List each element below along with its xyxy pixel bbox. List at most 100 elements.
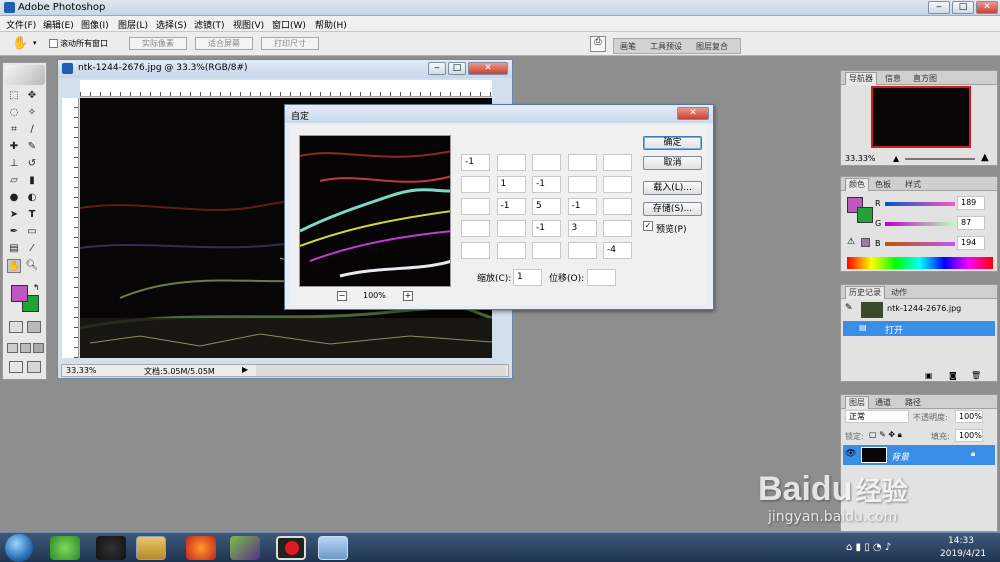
swap-colors-icon[interactable]: ↰ xyxy=(33,283,40,292)
menu-filter[interactable]: 滤镜(T) xyxy=(194,18,225,31)
standard-mode-icon[interactable] xyxy=(9,321,23,333)
g-value[interactable]: 87 xyxy=(957,216,985,230)
layer-row-background[interactable]: 👁︎ 背景 🔒︎ xyxy=(843,445,995,465)
clock-date[interactable]: 2019/4/21 xyxy=(940,549,986,559)
firefox-icon[interactable] xyxy=(186,536,216,560)
load-button[interactable]: 载入(L)... xyxy=(643,181,702,195)
tab-channels[interactable]: 通道 xyxy=(875,397,891,408)
history-delete-icon[interactable]: 🗑︎ xyxy=(971,371,981,380)
snapshot-brush-icon[interactable]: ✎ xyxy=(845,303,853,313)
menu-window[interactable]: 窗口(W) xyxy=(272,18,306,31)
b-slider[interactable] xyxy=(885,242,955,246)
gamut-swatch[interactable] xyxy=(861,238,870,247)
menu-select[interactable]: 选择(S) xyxy=(156,18,187,31)
video-app-icon[interactable] xyxy=(230,536,260,560)
tab-color[interactable]: 颜色 xyxy=(845,178,869,191)
g-slider[interactable] xyxy=(885,222,955,226)
kernel-cell[interactable]: 5 xyxy=(532,198,561,215)
kernel-cell[interactable] xyxy=(496,220,526,237)
kernel-cell[interactable] xyxy=(603,198,632,215)
dialog-titlebar[interactable]: 自定 ✕ xyxy=(285,105,713,123)
move-tool-icon[interactable]: ✥ xyxy=(25,89,39,103)
kernel-cell[interactable]: -1 xyxy=(532,220,561,237)
new-snapshot-icon[interactable]: ◙ xyxy=(949,371,957,380)
kernel-cell[interactable] xyxy=(461,220,490,237)
kernel-cell[interactable] xyxy=(496,154,526,171)
zoom-slider[interactable] xyxy=(905,158,975,160)
zoom-in-button[interactable]: + xyxy=(403,291,413,301)
actual-pixels-button[interactable]: 实际像素 xyxy=(129,37,187,50)
kernel-cell[interactable] xyxy=(603,154,632,171)
minimize-button[interactable]: ‒ xyxy=(928,1,950,14)
history-state-open[interactable]: ▤ 打开 xyxy=(843,321,995,336)
scroll-all-checkbox[interactable] xyxy=(49,39,58,48)
type-tool-icon[interactable]: T xyxy=(25,208,39,222)
kernel-cell[interactable]: 3 xyxy=(567,220,597,237)
hand-tool-icon[interactable]: ✋ xyxy=(12,36,28,51)
kernel-cell[interactable] xyxy=(532,242,561,259)
jump-to-imageready-icon[interactable] xyxy=(9,361,23,373)
opacity-input[interactable]: 100% xyxy=(955,410,983,423)
status-menu-arrow-icon[interactable]: ▶ xyxy=(242,365,252,376)
kernel-cell[interactable] xyxy=(496,242,526,259)
menu-help[interactable]: 帮助(H) xyxy=(315,18,347,31)
tab-actions[interactable]: 动作 xyxy=(891,287,907,298)
lasso-tool-icon[interactable]: ◌ xyxy=(7,106,21,120)
b-value[interactable]: 194 xyxy=(957,236,985,250)
shape-tool-icon[interactable]: ▭ xyxy=(25,225,39,239)
menu-view[interactable]: 视图(V) xyxy=(233,18,264,31)
well-tab-brushes[interactable]: 画笔 xyxy=(620,41,636,54)
scale-input[interactable]: 1 xyxy=(513,269,542,286)
save-button[interactable]: 存储(S)... xyxy=(643,202,702,216)
maximize-button[interactable]: □ xyxy=(952,1,974,14)
tab-layers[interactable]: 图层 xyxy=(845,396,869,409)
menu-layer[interactable]: 图层(L) xyxy=(118,18,148,31)
file-explorer-icon[interactable] xyxy=(136,536,166,560)
blur-tool-icon[interactable]: ● xyxy=(7,191,21,205)
kernel-cell[interactable] xyxy=(567,154,597,171)
healing-brush-tool-icon[interactable]: ✚ xyxy=(7,140,21,154)
tab-swatches[interactable]: 色板 xyxy=(875,179,891,190)
dialog-close-button[interactable]: ✕ xyxy=(677,107,709,120)
doc-maximize-button[interactable]: □ xyxy=(448,62,466,75)
path-select-tool-icon[interactable]: ➤ xyxy=(7,208,21,222)
history-snapshot-row[interactable]: ✎ ntk-1244-2676.jpg xyxy=(843,301,995,319)
kernel-cell[interactable]: -1 xyxy=(567,198,597,215)
navigator-thumbnail[interactable] xyxy=(871,86,971,148)
horizontal-scrollbar[interactable] xyxy=(256,365,506,376)
doc-minimize-button[interactable]: ‒ xyxy=(428,62,446,75)
quick-mask-mode-icon[interactable] xyxy=(27,321,41,333)
app-360-icon[interactable] xyxy=(50,536,80,560)
tray-icons[interactable]: ⌂ ▮ ▯ ◔ ♪ xyxy=(846,542,891,553)
filter-preview[interactable] xyxy=(299,135,451,287)
screen-mode-standard-icon[interactable] xyxy=(7,343,18,353)
menu-file[interactable]: 文件(F) xyxy=(6,18,36,31)
feather-logo-icon[interactable] xyxy=(5,65,45,85)
screen-mode-full-icon[interactable] xyxy=(33,343,44,353)
color-bg-swatch[interactable] xyxy=(857,207,873,223)
kernel-cell[interactable] xyxy=(461,176,490,193)
eyedropper-tool-icon[interactable]: ⁄ xyxy=(25,242,39,256)
color-ramp[interactable] xyxy=(847,257,993,269)
kernel-cell[interactable]: -1 xyxy=(532,176,561,193)
history-brush-tool-icon[interactable]: ↺ xyxy=(25,157,39,171)
photoshop-taskbar-icon[interactable] xyxy=(318,536,348,560)
kernel-cell[interactable] xyxy=(532,154,561,171)
r-slider[interactable] xyxy=(885,202,955,206)
tab-styles[interactable]: 样式 xyxy=(905,179,921,190)
marquee-tool-icon[interactable]: ⬚ xyxy=(7,89,21,103)
kernel-cell[interactable] xyxy=(567,242,597,259)
tab-paths[interactable]: 路径 xyxy=(905,397,921,408)
offset-input[interactable] xyxy=(587,269,616,286)
well-tab-layer-comps[interactable]: 图层复合 xyxy=(696,41,728,54)
zoom-in-icon[interactable]: ▲ xyxy=(981,152,989,163)
kernel-cell[interactable]: -4 xyxy=(603,242,632,259)
navigator-zoom[interactable]: 33.33% xyxy=(845,154,876,163)
document-titlebar[interactable]: ntk-1244-2676.jpg @ 33.3%(RGB/8#) ‒ □ ✕ xyxy=(58,60,512,78)
new-document-icon[interactable]: ▣ xyxy=(925,371,933,380)
crop-tool-icon[interactable]: ⌗ xyxy=(7,123,21,137)
kernel-cell[interactable] xyxy=(603,176,632,193)
layer-visibility-eye-icon[interactable]: 👁︎ xyxy=(845,449,856,459)
start-button-icon[interactable] xyxy=(5,534,33,562)
pen-tool-icon[interactable]: ✒ xyxy=(7,225,21,239)
